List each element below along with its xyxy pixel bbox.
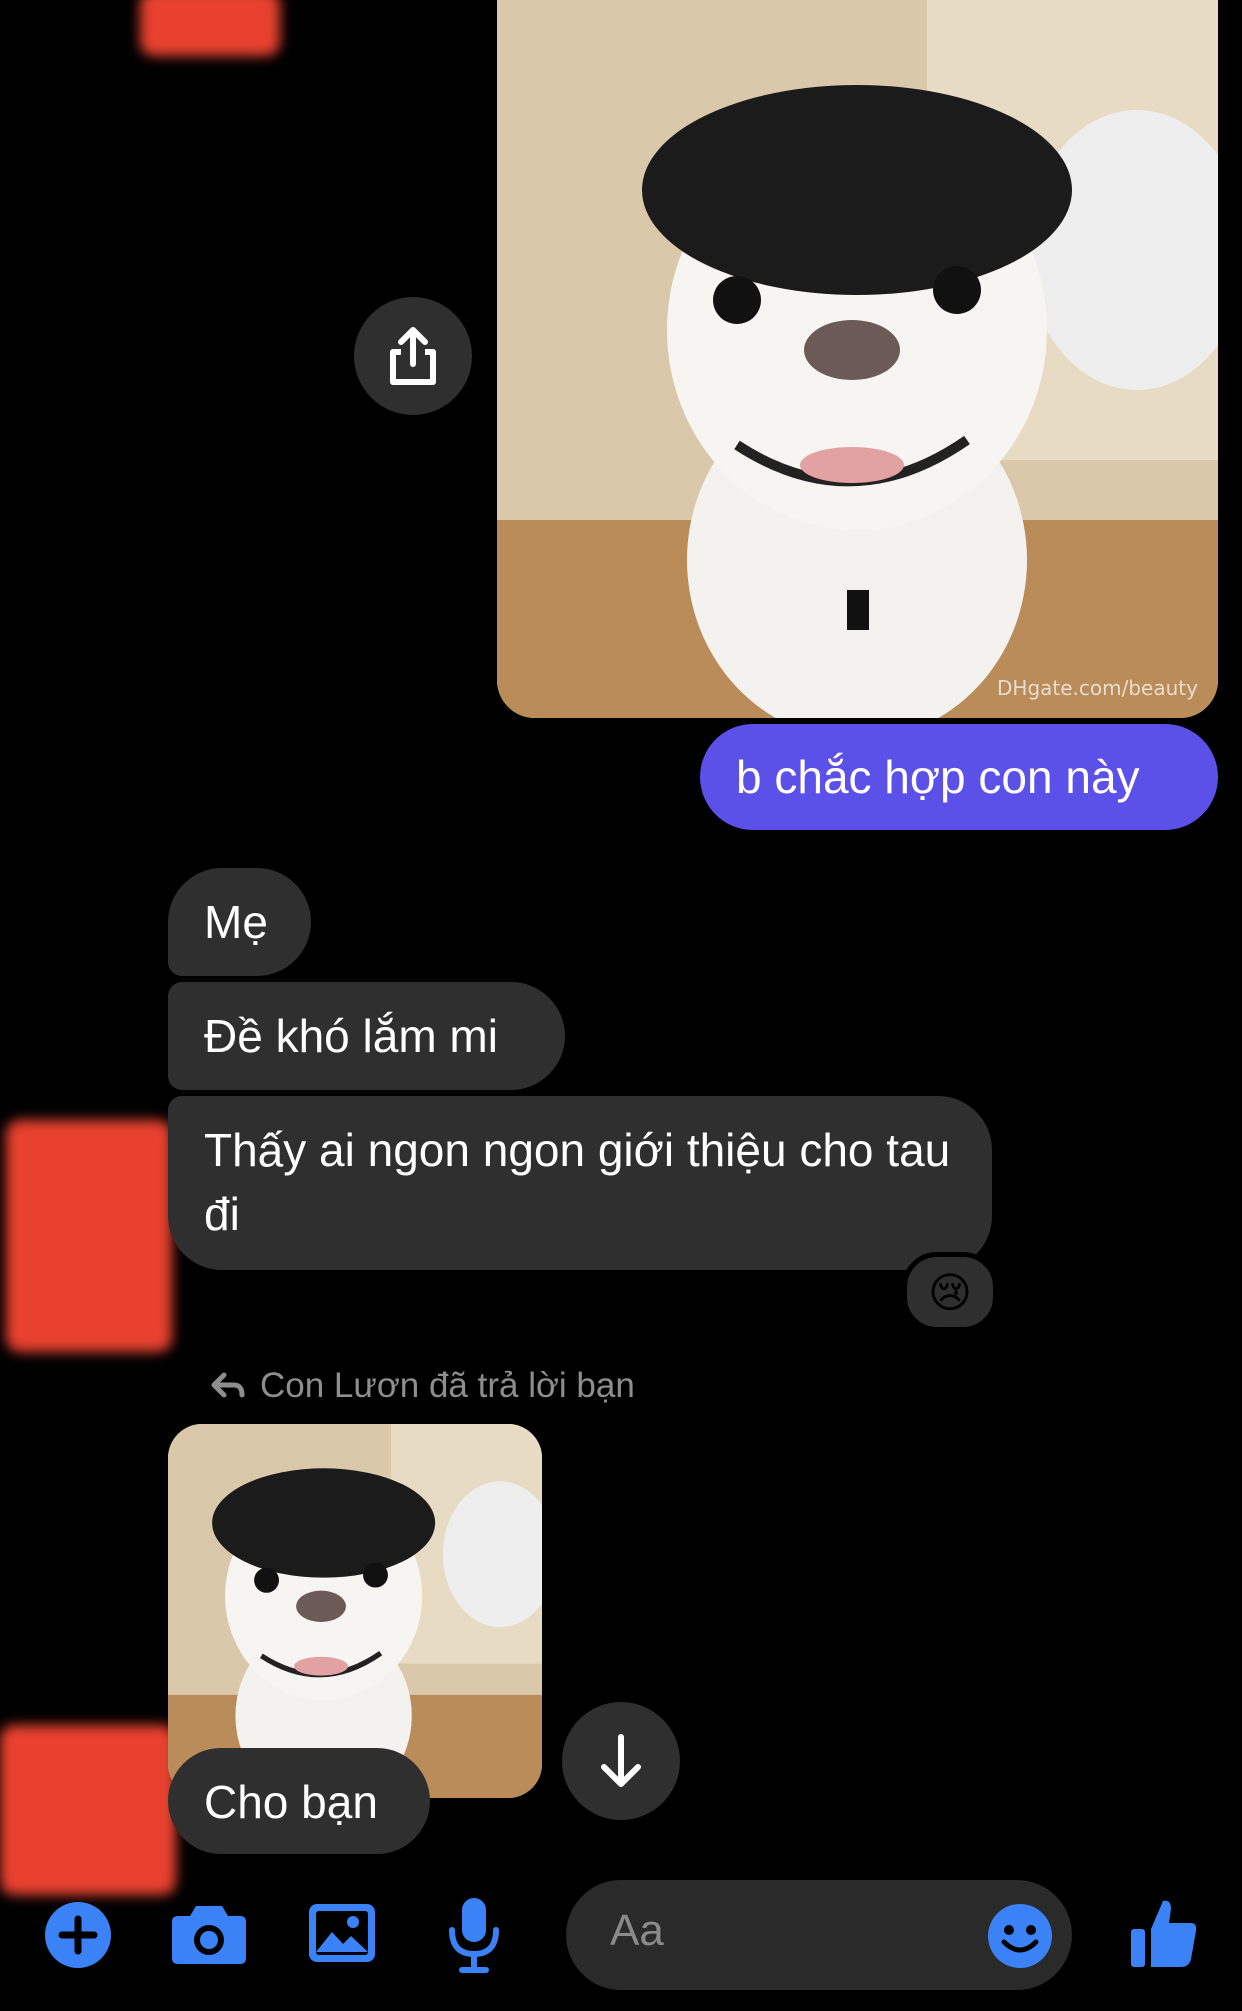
plus-icon bbox=[45, 1902, 111, 1968]
share-button[interactable] bbox=[354, 297, 472, 415]
emoji-button[interactable] bbox=[986, 1902, 1054, 1970]
microphone-button[interactable] bbox=[446, 1896, 502, 1974]
message-input-placeholder: Aa bbox=[610, 1906, 664, 1955]
incoming-message-2[interactable]: Đề khó lắm mi bbox=[168, 982, 565, 1090]
microphone-icon bbox=[449, 1898, 499, 1973]
camera-icon bbox=[172, 1906, 246, 1964]
reply-arrow-icon bbox=[211, 1372, 245, 1398]
gallery-icon bbox=[309, 1904, 375, 1962]
gallery-button[interactable] bbox=[306, 1900, 378, 1966]
outgoing-message[interactable]: b chắc hợp con này bbox=[700, 724, 1218, 830]
redaction-avatar-2 bbox=[0, 1725, 176, 1895]
reply-note-text: Con Lươn đã trả lời bạn bbox=[260, 1366, 635, 1405]
incoming-message-1[interactable]: Mẹ bbox=[168, 868, 311, 976]
scroll-to-bottom-button[interactable] bbox=[562, 1702, 680, 1820]
incoming-message-3[interactable]: Thấy ai ngon ngon giới thiệu cho tau đi bbox=[168, 1096, 992, 1270]
reply-indicator: Con Lươn đã trả lời bạn bbox=[210, 1366, 635, 1406]
camera-button[interactable] bbox=[170, 1900, 248, 1968]
message-input[interactable]: Aa bbox=[566, 1880, 1072, 1990]
redaction-avatar-1 bbox=[6, 1120, 172, 1352]
share-icon bbox=[390, 327, 436, 385]
redaction-top bbox=[140, 0, 280, 56]
reply-message[interactable]: Cho bạn bbox=[168, 1748, 430, 1854]
plus-button[interactable] bbox=[44, 1901, 112, 1969]
emoji-icon bbox=[988, 1904, 1052, 1968]
reply-photo[interactable] bbox=[168, 1424, 542, 1798]
svg-text:DHgate.com/beauty: DHgate.com/beauty bbox=[997, 676, 1198, 700]
arrow-down-icon bbox=[601, 1734, 641, 1787]
crying-face-emoji: 😢 bbox=[928, 1268, 972, 1316]
reaction-badge[interactable]: 😢 bbox=[902, 1252, 998, 1332]
sent-photo[interactable]: DHgate.com/beauty bbox=[497, 0, 1218, 718]
dog-photo-illustration: DHgate.com/beauty bbox=[497, 0, 1218, 718]
thumbs-up-icon bbox=[1131, 1900, 1197, 1967]
like-button[interactable] bbox=[1128, 1894, 1200, 1970]
dog-photo-thumbnail bbox=[168, 1424, 542, 1798]
